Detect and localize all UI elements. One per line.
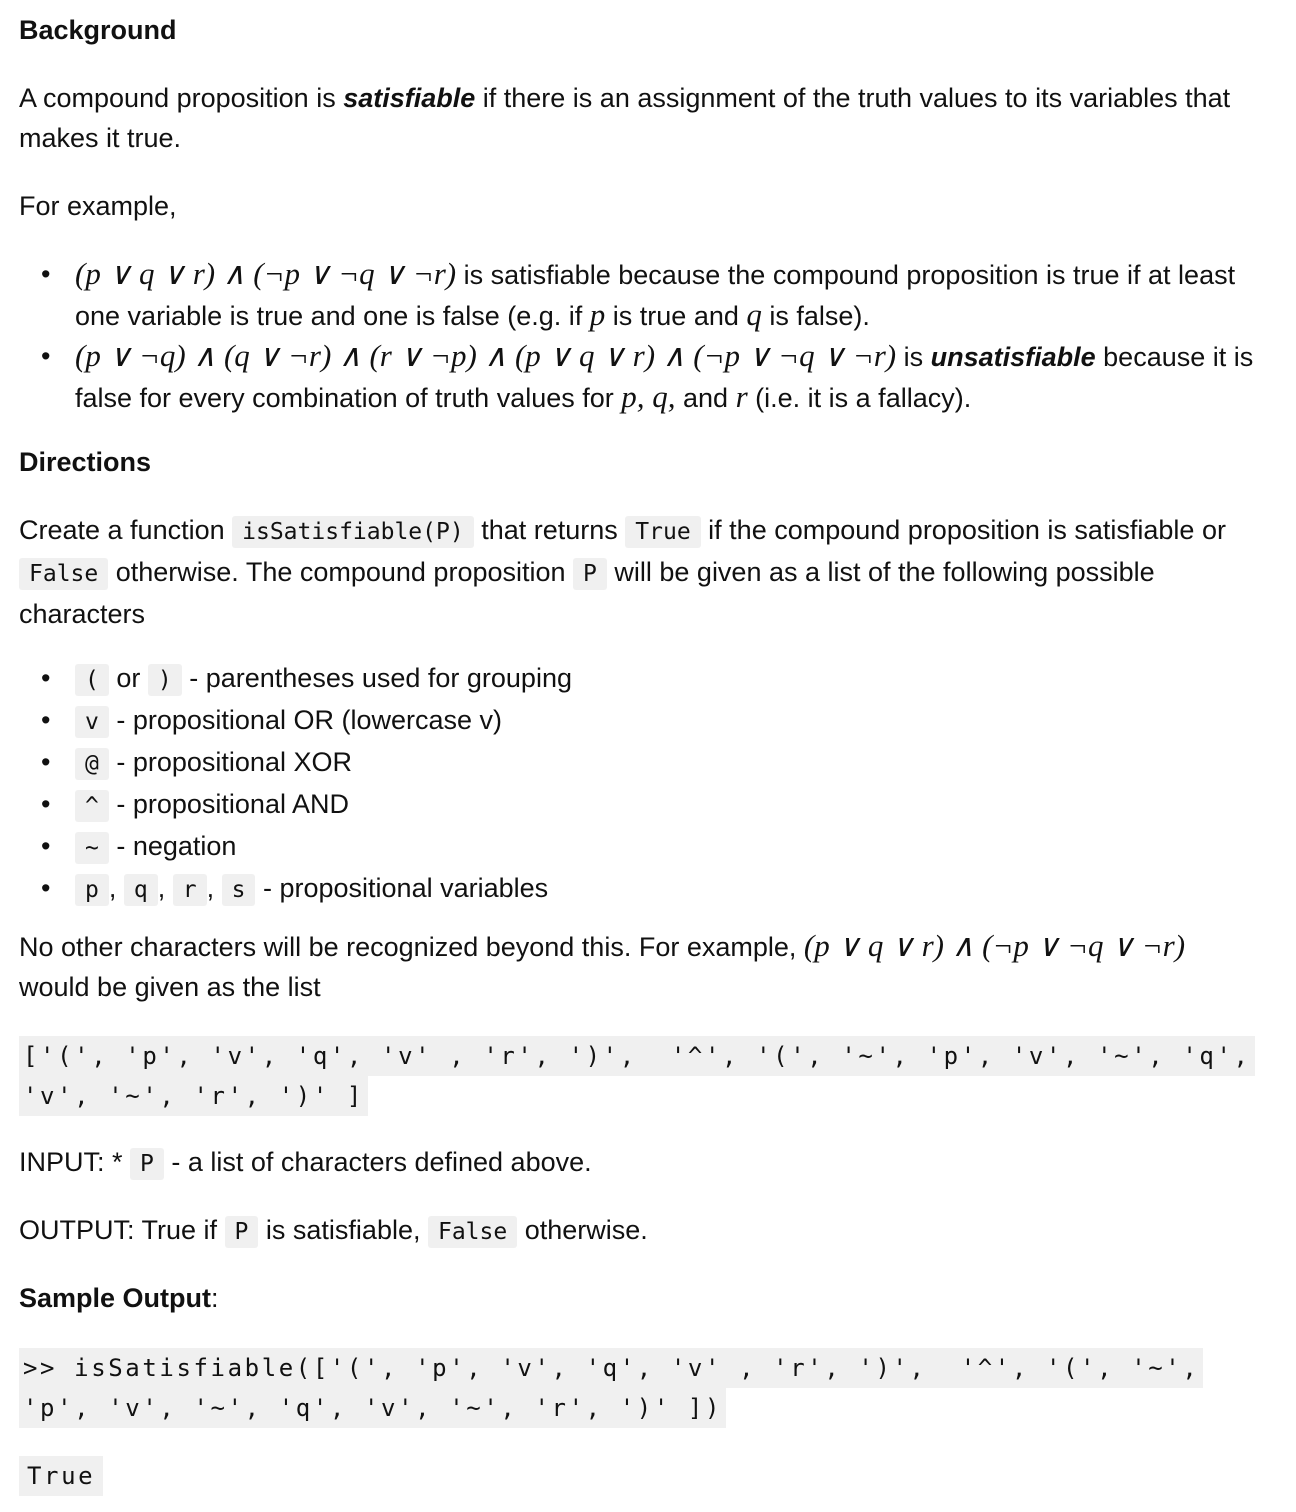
directions-paragraph: Create a function isSatisfiable(P) that … (19, 515, 1226, 629)
sample-output-heading: Sample Output: (19, 1283, 219, 1313)
example-satisfiable: (p ∨ q ∨ r) ∧ (¬p ∨ ¬q ∨ ¬r) is satisfia… (19, 254, 1259, 336)
function-signature-code: isSatisfiable(P) (232, 516, 474, 548)
list-item: ^ - propositional AND (19, 784, 1259, 826)
example-unsatisfiable: (p ∨ ¬q) ∧ (q ∨ ¬r) ∧ (r ∨ ¬p) ∧ (p ∨ q … (19, 336, 1259, 418)
p-code: P (573, 558, 607, 590)
unsatisfiable-term: unsatisfiable (930, 342, 1096, 372)
list-item: @ - propositional XOR (19, 742, 1259, 784)
false-code: False (19, 558, 109, 590)
list-item: v - propositional OR (lowercase v) (19, 700, 1259, 742)
formula-unsatisfiable: (p ∨ ¬q) ∧ (q ∨ ¬r) ∧ (r ∨ ¬p) ∧ (p ∨ q … (75, 338, 897, 373)
list-code-block: ['(', 'p', 'v', 'q', 'v' , 'r', ')', '^'… (19, 1036, 1259, 1116)
true-code: True (625, 516, 701, 548)
formula-satisfiable: (p ∨ q ∨ r) ∧ (¬p ∨ ¬q ∨ ¬r) (75, 256, 457, 291)
list-item: ( or ) - parentheses used for grouping (19, 658, 1259, 700)
satisfiable-term: satisfiable (343, 83, 476, 113)
definition-paragraph: A compound proposition is satisfiable if… (19, 83, 1231, 153)
example-list: (p ∨ q ∨ r) ∧ (¬p ∨ ¬q ∨ ¬r) is satisfia… (19, 254, 1259, 418)
sample-result-block: True (19, 1456, 1259, 1496)
list-item: ~ - negation (19, 826, 1259, 868)
character-list: ( or ) - parentheses used for grouping v… (19, 658, 1259, 910)
background-heading: Background (19, 15, 177, 45)
input-paragraph: INPUT: * P - a list of characters define… (19, 1142, 1259, 1184)
sample-code-block: >> isSatisfiable(['(', 'p', 'v', 'q', 'v… (19, 1348, 1259, 1428)
formula-example: (p ∨ q ∨ r) ∧ (¬p ∨ ¬q ∨ ¬r) (803, 928, 1186, 963)
directions-heading: Directions (19, 447, 152, 477)
example-list-paragraph: No other characters will be recognized b… (19, 928, 1186, 1002)
output-paragraph: OUTPUT: True if P is satisfiable, False … (19, 1210, 1259, 1252)
list-item: p, q, r, s - propositional variables (19, 868, 1259, 910)
example-intro: For example, (19, 191, 177, 221)
